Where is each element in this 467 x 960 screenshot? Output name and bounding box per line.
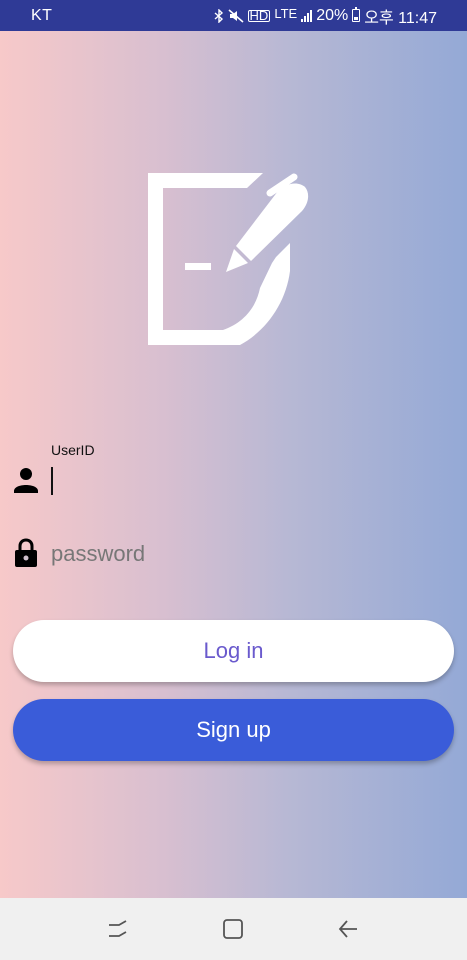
signup-button[interactable]: Sign up [13,699,454,761]
status-icons: HD LTE 20% 오후 11:47 [214,4,437,28]
signal-icon [301,9,313,22]
battery-percent: 20% [316,6,349,24]
text-cursor [51,467,53,495]
navigation-bar [0,898,467,960]
back-icon [338,920,358,938]
login-button[interactable]: Log in [13,620,454,682]
userid-label: UserID [51,442,95,458]
recent-apps-button[interactable] [98,909,138,949]
carrier-name: KT [31,6,53,24]
person-icon [14,468,38,493]
userid-input[interactable] [51,465,441,495]
status-bar: KT HD LTE 20% 오후 11:47 [0,0,467,31]
note-pen-icon [148,173,309,345]
password-input[interactable] [51,539,441,569]
home-icon [223,919,244,939]
login-screen: UserID Log in Sign up [0,31,467,898]
lock-icon [15,538,37,567]
home-button[interactable] [213,909,253,949]
back-button[interactable] [329,909,369,949]
clock: 오후 11:47 [364,9,437,27]
recent-apps-icon [108,920,127,937]
lte-icon: LTE [274,6,298,21]
hd-voice-icon: HD [247,7,271,23]
battery-icon [352,7,361,22]
mute-icon [228,8,244,23]
bluetooth-icon [214,8,224,23]
